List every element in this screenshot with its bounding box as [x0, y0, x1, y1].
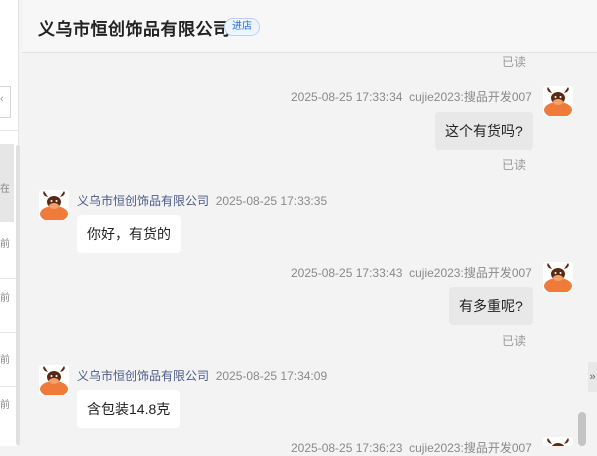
message-time: 2025-08-25 17:33:43: [291, 266, 403, 280]
message-sender: cujie2023:搜品开发007: [409, 90, 532, 104]
enter-shop-button[interactable]: 进店: [224, 18, 260, 36]
cartoon-bull-avatar-icon: [544, 263, 572, 292]
chat-header: 义乌市恒创饰品有限公司 进店: [22, 0, 597, 53]
list-item-fragment: 在: [0, 184, 10, 195]
page-title: 义乌市恒创饰品有限公司: [38, 20, 231, 39]
message-meta: 2025-08-25 17:36:23 cujie2023:搜品开发007: [291, 439, 532, 456]
chat-panel: 义乌市恒创饰品有限公司 进店 已读 2025-08-25 17:33:34 cu…: [22, 0, 597, 455]
message-list: 已读 2025-08-25 17:33:34 cujie2023:搜品开发007…: [22, 53, 597, 455]
message-meta: 2025-08-25 17:33:34 cujie2023:搜品开发007: [291, 88, 532, 105]
message-meta: 2025-08-25 17:33:43 cujie2023:搜品开发007: [291, 264, 532, 281]
message-sender[interactable]: 义乌市恒创饰品有限公司: [77, 369, 209, 383]
message-bubble-outgoing[interactable]: 这个有货吗?: [435, 112, 533, 150]
cartoon-bull-avatar-icon: [544, 87, 572, 116]
chat-scrollbar-thumb[interactable]: [578, 412, 586, 446]
cartoon-bull-avatar-icon: [40, 366, 68, 395]
divider: [0, 130, 18, 131]
message-meta: 义乌市恒创饰品有限公司 2025-08-25 17:34:09: [77, 367, 327, 384]
avatar[interactable]: [543, 262, 573, 292]
avatar[interactable]: [543, 86, 573, 116]
cartoon-bull-avatar-icon: [40, 191, 68, 220]
avatar[interactable]: [39, 365, 69, 395]
message-bubble-incoming[interactable]: 你好，有货的: [77, 215, 181, 253]
read-receipt: 已读: [502, 334, 527, 348]
cartoon-bull-avatar-icon: [547, 438, 569, 446]
message-sender[interactable]: 义乌市恒创饰品有限公司: [77, 194, 209, 208]
message-time: 2025-08-25 17:33:34: [291, 90, 403, 104]
list-item-fragment: 前: [0, 293, 10, 304]
double-chevron-right-icon[interactable]: »: [588, 362, 597, 392]
avatar[interactable]: [543, 437, 573, 446]
message-sender: cujie2023:搜品开发007: [409, 266, 532, 280]
list-item-fragment: 前: [0, 239, 10, 250]
message-time: 2025-08-25 17:36:23: [291, 441, 403, 455]
chevron-left-icon: ‹: [0, 93, 4, 105]
avatar[interactable]: [39, 190, 69, 220]
read-receipt: 已读: [502, 55, 527, 69]
message-meta: 义乌市恒创饰品有限公司 2025-08-25 17:33:35: [77, 192, 327, 209]
message-time: 2025-08-25 17:33:35: [215, 194, 328, 208]
list-item-fragment: 前: [0, 400, 10, 411]
read-receipt: 已读: [502, 158, 527, 172]
message-bubble-incoming[interactable]: 含包装14.8克: [77, 390, 181, 428]
list-scrollbar[interactable]: [16, 145, 20, 445]
message-time: 2025-08-25 17:34:09: [215, 369, 328, 383]
conversation-list-edge: ‹ 在 前 前 前 前: [0, 0, 20, 446]
message-sender: cujie2023:搜品开发007: [409, 441, 532, 455]
message-bubble-outgoing[interactable]: 有多重呢?: [449, 287, 533, 325]
list-item-fragment: 前: [0, 355, 10, 366]
